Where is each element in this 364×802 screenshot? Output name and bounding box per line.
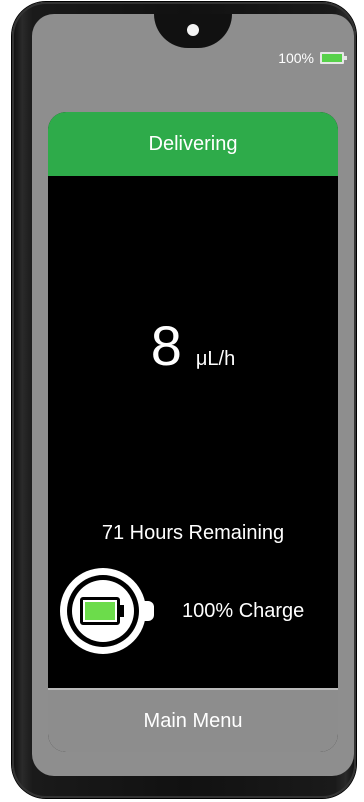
battery-full-icon [320, 52, 347, 64]
status-bar: 100% [278, 50, 347, 66]
charge-status: 100% Charge [60, 568, 326, 654]
rate-unit: μL/h [195, 348, 236, 370]
time-remaining: 71 Hours Remaining [101, 522, 285, 544]
battery-fill [85, 602, 115, 620]
battery-gauge-icon [60, 568, 154, 654]
main-menu-label: Main Menu [143, 709, 243, 732]
status-header: Delivering [48, 112, 338, 176]
charge-label: 100% Charge [182, 599, 305, 622]
front-camera-icon [187, 24, 199, 36]
rate-display: 8 μL/h [48, 318, 338, 374]
pump-app: Delivering 8 μL/h 71 Hours Remaining 100… [48, 112, 338, 752]
device-screen: 100% Delivering 8 μL/h 71 Hours Remainin… [32, 14, 354, 776]
phone-frame: 100% Delivering 8 μL/h 71 Hours Remainin… [12, 2, 356, 798]
notch [154, 14, 232, 48]
delivery-status: Delivering [148, 132, 238, 155]
battery-body [80, 597, 120, 625]
main-menu-button[interactable]: Main Menu [48, 688, 338, 752]
battery-percent: 100% [278, 50, 314, 66]
rate-value: 8 [150, 314, 182, 377]
